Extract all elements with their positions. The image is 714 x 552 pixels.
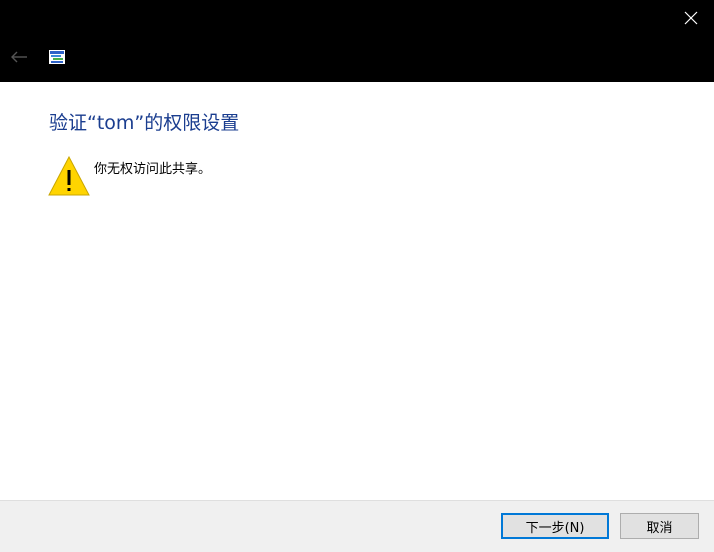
warning-icon	[48, 155, 90, 196]
back-button[interactable]	[4, 44, 34, 70]
cancel-button[interactable]: 取消	[620, 513, 699, 539]
wizard-window: 验证“tom”的权限设置 你无权访问此共享。 下一步(N) 取消	[0, 0, 714, 552]
close-icon	[684, 11, 698, 25]
page-title: 验证“tom”的权限设置	[49, 112, 240, 134]
back-arrow-icon	[11, 51, 27, 63]
status-message: 你无权访问此共享。	[94, 162, 212, 177]
close-button[interactable]	[668, 0, 714, 36]
next-button[interactable]: 下一步(N)	[501, 513, 609, 539]
title-bar	[0, 0, 714, 82]
button-bar: 下一步(N) 取消	[0, 500, 714, 552]
network-share-icon	[49, 50, 65, 64]
wizard-content: 验证“tom”的权限设置 你无权访问此共享。	[0, 82, 714, 500]
